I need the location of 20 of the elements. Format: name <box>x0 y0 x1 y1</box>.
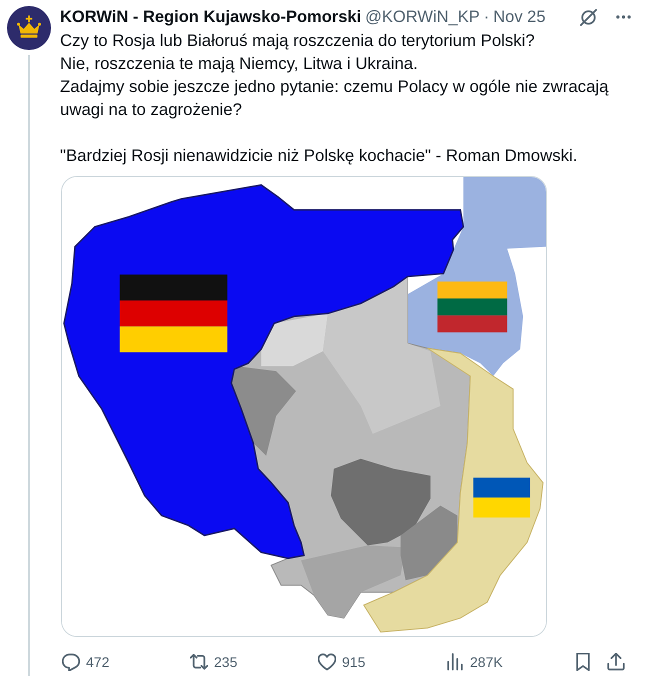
upload-arrow-icon <box>606 653 624 671</box>
author-name[interactable]: KORWiN - Region Kujawsko-Pomorski <box>60 8 362 26</box>
post-text: Czy to Rosja lub Białoruś mają roszczenia do terytorium Polski? Nie, roszczenia te mają Niemcy, Litwa i Ukraina. Zadajmy sobie jeszcze jedno pytanie: czemu Polacy w ogóle nie zwracają uwagi na to zagrożenie? "Bardziej Rosji nienawidzicie niż Polskę kochacie" - Roman Dmowski. <box>60 30 610 167</box>
like-button[interactable]: 915 <box>316 653 368 671</box>
separator-dot: · <box>484 8 490 26</box>
more-icon[interactable] <box>616 15 631 19</box>
repost-arrows-icon <box>190 653 208 671</box>
post-date[interactable]: Nov 25 <box>493 8 546 26</box>
bar-chart-icon <box>446 653 464 671</box>
repost-button[interactable]: 235 <box>188 653 240 671</box>
bookmark-icon <box>574 653 592 671</box>
author-handle[interactable]: @KORWiN_KP <box>365 8 480 26</box>
slashed-circle-icon[interactable] <box>580 8 597 26</box>
crown-avatar-icon[interactable] <box>7 6 51 50</box>
speech-bubble-icon <box>62 653 80 671</box>
heart-icon <box>318 653 336 671</box>
share-button[interactable] <box>604 653 626 671</box>
views-button[interactable]: 287K <box>444 653 505 671</box>
map-drawing[interactable] <box>61 176 547 637</box>
reply-button[interactable]: 472 <box>60 653 112 671</box>
